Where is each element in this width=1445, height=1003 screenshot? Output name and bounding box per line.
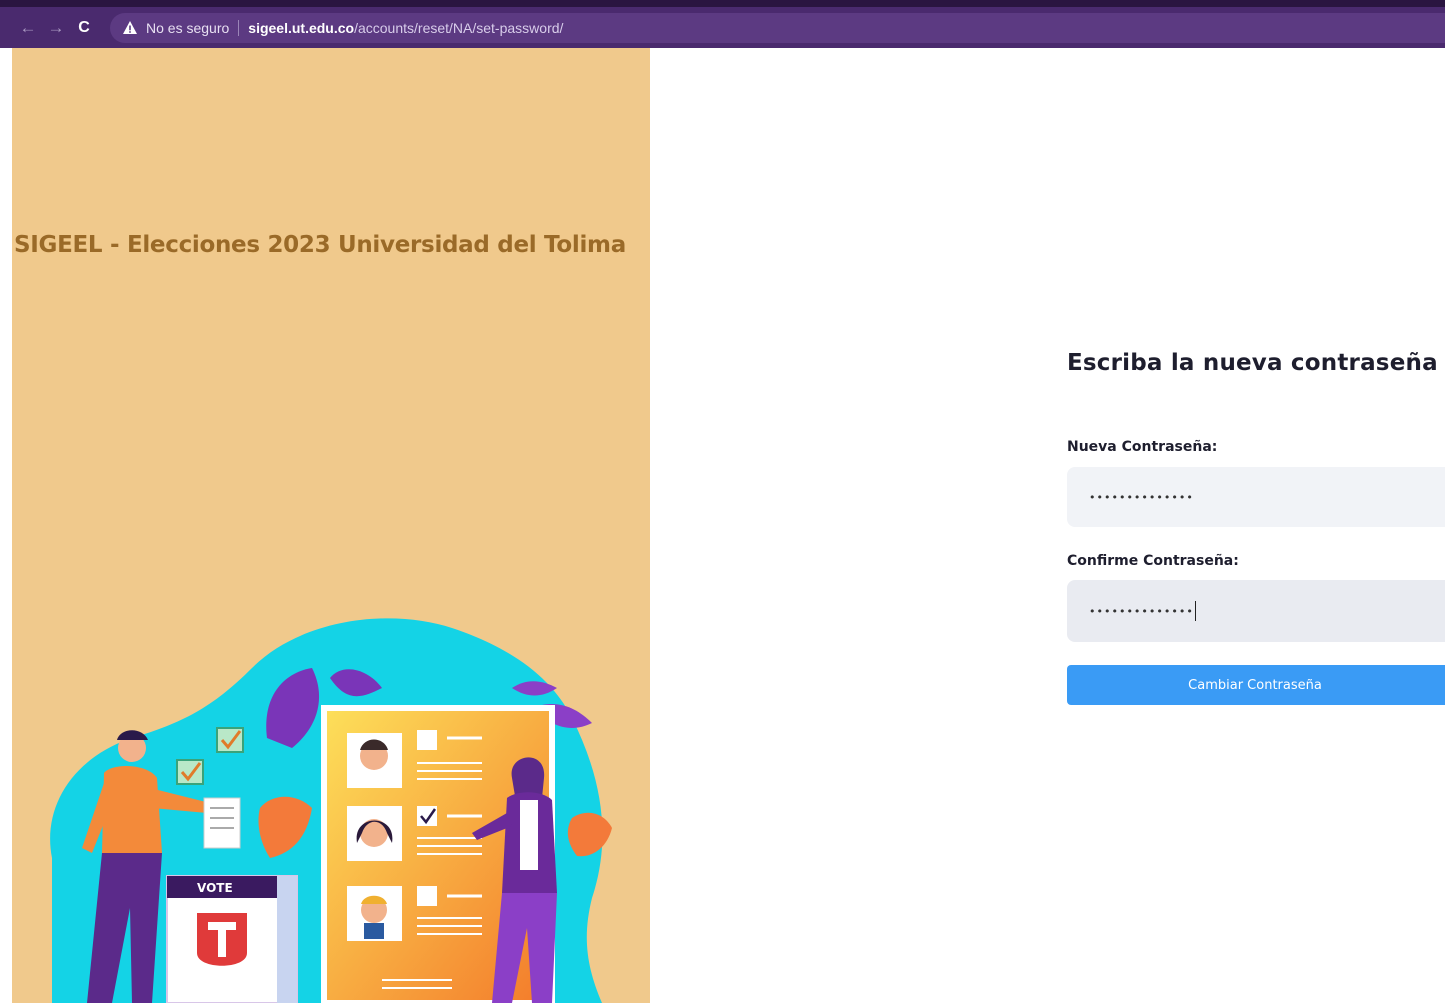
back-arrow-icon[interactable]: ← — [14, 13, 42, 43]
new-password-input[interactable]: •••••••••••••• — [1067, 467, 1445, 527]
new-password-value: •••••••••••••• — [1089, 490, 1194, 504]
change-password-button-label: Cambiar Contraseña — [1188, 677, 1322, 693]
security-label[interactable]: No es seguro — [146, 20, 229, 36]
forward-arrow-icon[interactable]: → — [42, 13, 70, 43]
text-caret — [1194, 601, 1196, 621]
browser-toolbar: ← → C No es seguro sigeel.ut.edu.co /acc… — [0, 0, 1445, 48]
change-password-button[interactable]: Cambiar Contraseña — [1067, 665, 1445, 705]
url-path: /accounts/reset/NA/set-password/ — [354, 19, 564, 36]
url-host: sigeel.ut.edu.co — [248, 19, 355, 36]
new-password-label: Nueva Contraseña: — [1067, 439, 1218, 455]
address-separator — [238, 19, 240, 36]
reload-icon[interactable]: C — [70, 13, 98, 43]
voter-body — [102, 766, 162, 853]
password-reset-form: Escriba la nueva contraseña Nueva Contra… — [1067, 350, 1445, 705]
confirm-password-input[interactable]: •••••••••••••• — [1067, 580, 1445, 642]
site-title: SIGEEL - Elecciones 2023 Universidad del… — [14, 232, 626, 258]
confirm-password-value: •••••••••••••• — [1089, 604, 1194, 618]
leaf-shape — [567, 812, 612, 857]
warning-icon[interactable] — [122, 20, 138, 36]
form-title: Escriba la nueva contraseña — [1067, 350, 1438, 376]
voting-illustration: VOTE — [50, 618, 612, 1003]
address-bar[interactable]: No es seguro sigeel.ut.edu.co /accounts/… — [110, 12, 1445, 43]
ballot-paper — [203, 797, 241, 849]
candidate-checkbox — [417, 730, 437, 750]
ballot-box-label: VOTE — [197, 881, 233, 895]
confirm-password-label: Confirme Contraseña: — [1067, 553, 1239, 569]
branding-panel: SIGEEL - Elecciones 2023 Universidad del… — [12, 48, 650, 1003]
candidate-checkbox — [417, 886, 437, 906]
